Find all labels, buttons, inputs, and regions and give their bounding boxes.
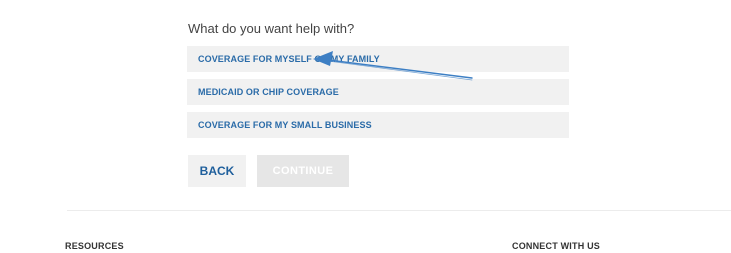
back-button[interactable]: BACK: [188, 155, 246, 187]
form-actions: BACK CONTINUE: [188, 155, 349, 187]
continue-button[interactable]: CONTINUE: [257, 155, 349, 187]
option-medicaid-chip[interactable]: MEDICAID OR CHIP COVERAGE: [187, 79, 569, 105]
option-label: COVERAGE FOR MYSELF OR MY FAMILY: [198, 54, 380, 64]
option-label: MEDICAID OR CHIP COVERAGE: [198, 87, 339, 97]
footer-resources-heading: RESOURCES: [65, 241, 124, 251]
help-selection-page: What do you want help with? COVERAGE FOR…: [0, 0, 731, 253]
footer-connect-heading: CONNECT WITH US: [512, 241, 600, 251]
option-coverage-myself-family[interactable]: COVERAGE FOR MYSELF OR MY FAMILY: [187, 46, 569, 72]
help-options-list: COVERAGE FOR MYSELF OR MY FAMILY MEDICAI…: [187, 46, 569, 145]
option-label: COVERAGE FOR MY SMALL BUSINESS: [198, 120, 372, 130]
option-small-business[interactable]: COVERAGE FOR MY SMALL BUSINESS: [187, 112, 569, 138]
help-question-label: What do you want help with?: [188, 21, 355, 36]
footer-divider: [67, 210, 731, 211]
